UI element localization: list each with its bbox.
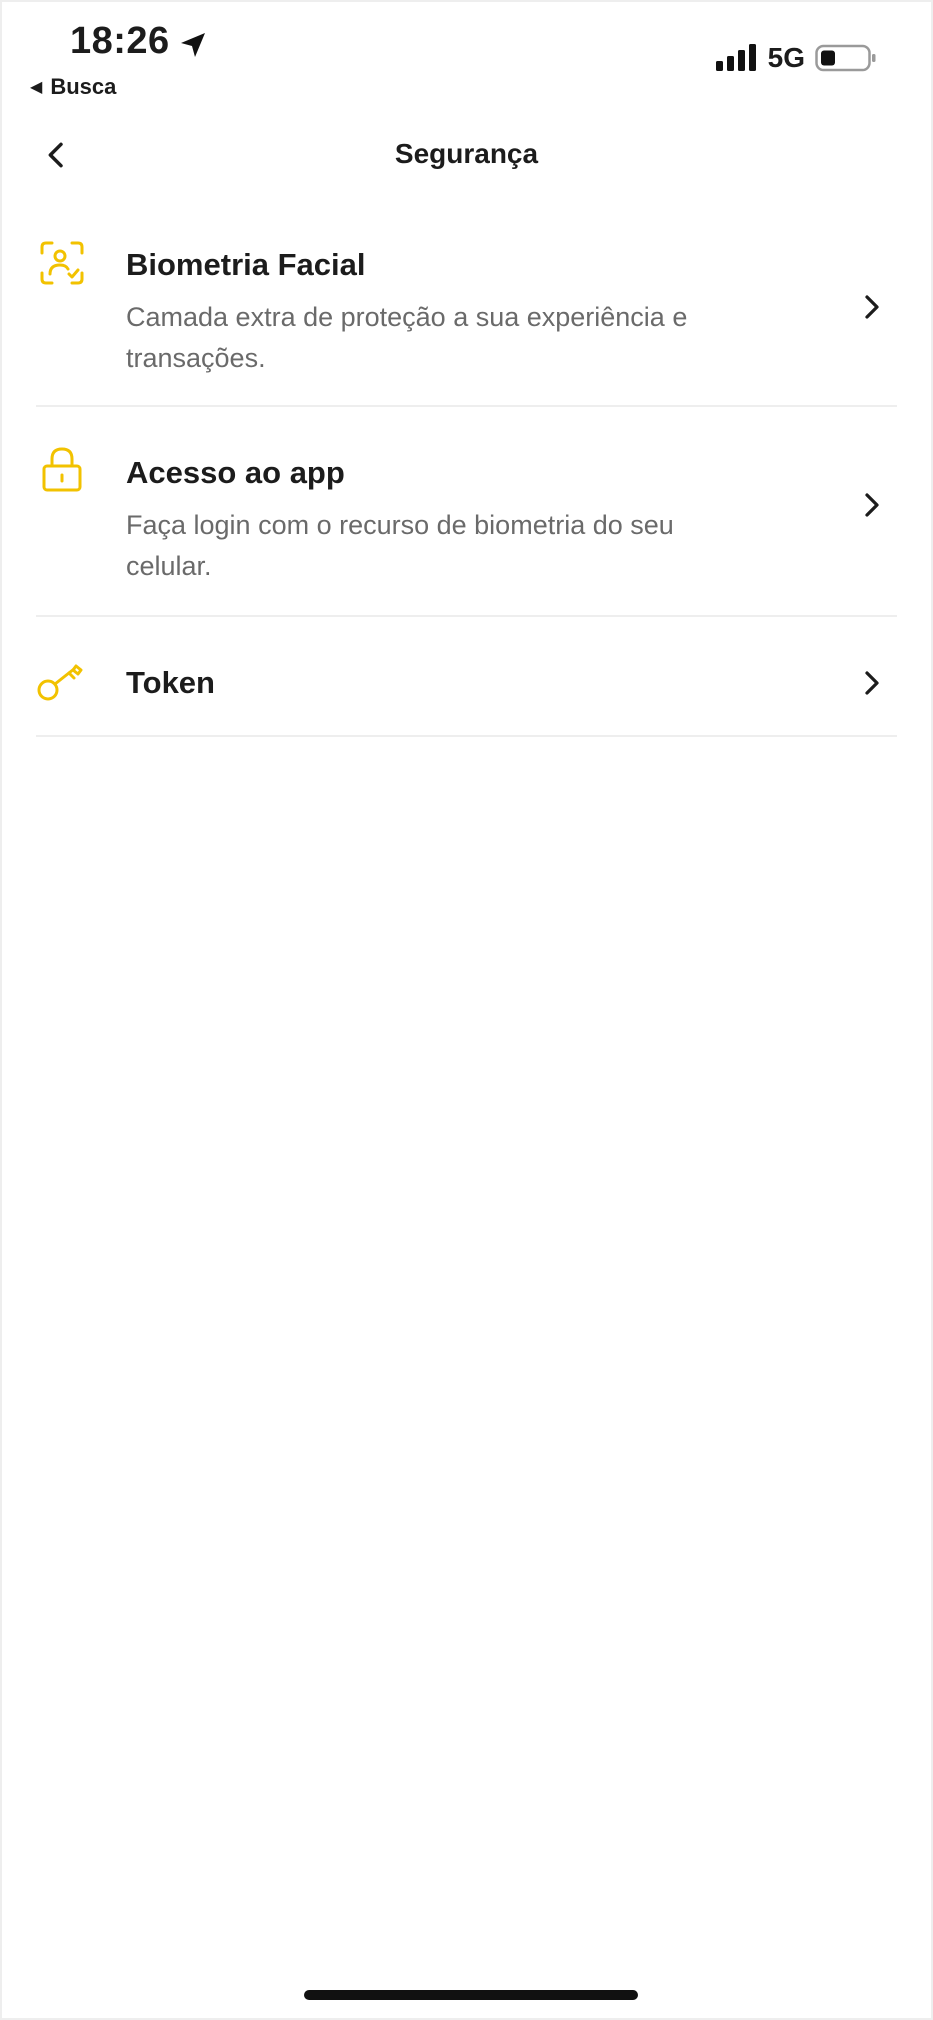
security-screen: 18:26 ◀ Busca 5G Segurança Biometria Fac… — [0, 0, 933, 2020]
security-settings-list: Biometria Facial Camada extra de proteçã… — [2, 217, 931, 737]
back-app-label: Busca — [50, 74, 117, 99]
chevron-right-icon — [857, 287, 887, 327]
network-label: 5G — [767, 42, 805, 73]
signal-bars-icon — [715, 43, 760, 73]
item-description: Faça login com o recurso de biometria do… — [126, 510, 674, 581]
settings-item-biometria-facial[interactable]: Biometria Facial Camada extra de proteçã… — [36, 217, 897, 407]
location-arrow-icon — [178, 27, 208, 57]
item-title: Acesso ao app — [126, 455, 345, 490]
key-icon — [36, 657, 88, 709]
back-to-app-link[interactable]: ◀ Busca — [30, 74, 116, 100]
item-title: Token — [126, 665, 215, 700]
status-time: 18:26 — [70, 20, 208, 63]
settings-item-token[interactable]: Token — [36, 617, 897, 737]
home-indicator[interactable] — [304, 1990, 638, 2000]
face-scan-icon — [36, 237, 88, 289]
back-triangle-icon: ◀ — [30, 79, 43, 96]
page-title: Segurança — [394, 138, 539, 169]
status-bar: 18:26 ◀ Busca 5G — [2, 2, 931, 107]
lock-icon — [36, 443, 88, 495]
item-text: Acesso ao app Faça login com o recurso d… — [126, 453, 807, 587]
item-description: Camada extra de proteção a sua experiênc… — [126, 302, 688, 373]
status-indicators: 5G — [715, 42, 877, 74]
settings-item-acesso-ao-app[interactable]: Acesso ao app Faça login com o recurso d… — [36, 407, 897, 617]
chevron-right-icon — [857, 485, 887, 525]
item-title: Biometria Facial — [126, 247, 366, 282]
item-text: Token — [126, 663, 807, 703]
page-header: Segurança — [2, 132, 931, 202]
chevron-right-icon — [857, 663, 887, 703]
status-time-text: 18:26 — [70, 20, 170, 62]
item-text: Biometria Facial Camada extra de proteçã… — [126, 245, 807, 379]
battery-low-icon — [815, 43, 877, 73]
